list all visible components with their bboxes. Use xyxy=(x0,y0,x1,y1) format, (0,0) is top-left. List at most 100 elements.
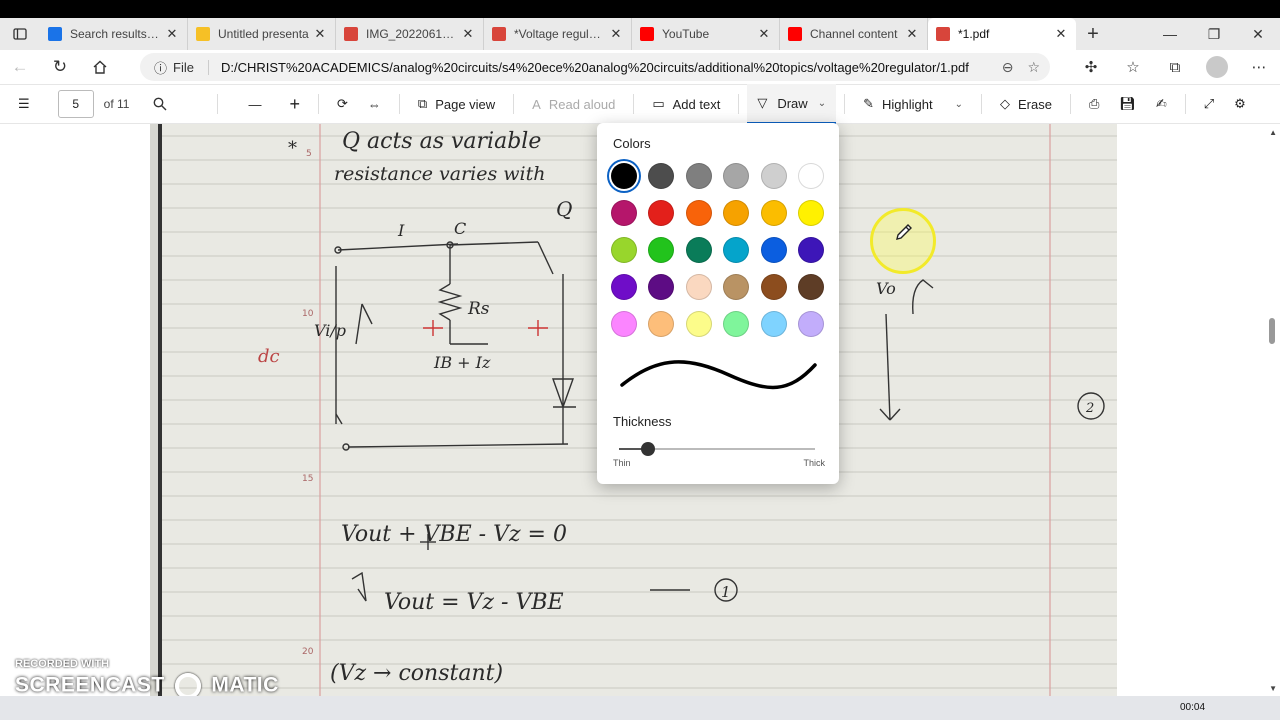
contents-icon[interactable]: ☰ xyxy=(0,84,40,124)
vertical-scrollbar[interactable] xyxy=(1264,124,1280,696)
color-swatch-15[interactable] xyxy=(723,237,750,263)
taskbar-time: 00:04 xyxy=(1180,702,1206,713)
favorite-add-icon[interactable]: ☆ xyxy=(1027,59,1040,76)
tab-close-icon[interactable]: ✕ xyxy=(905,26,919,42)
tab-2[interactable]: IMG_20220612_0 ✕ xyxy=(336,18,484,50)
color-swatch-9[interactable] xyxy=(723,200,750,226)
save-icon[interactable]: 💾︎ xyxy=(1109,84,1146,124)
tab-close-icon[interactable]: ✕ xyxy=(461,26,475,42)
scrollbar-thumb[interactable] xyxy=(1269,318,1275,344)
fit-page-icon[interactable]: ⇔ xyxy=(358,84,391,124)
color-swatch-10[interactable] xyxy=(760,200,787,226)
color-swatch-28[interactable] xyxy=(760,311,787,337)
tab-close-icon[interactable]: ✕ xyxy=(757,26,771,42)
color-swatch-5[interactable] xyxy=(798,163,824,189)
collections-icon[interactable]: ⧉ xyxy=(1154,50,1196,84)
c-label: C xyxy=(454,219,466,238)
color-swatch-3[interactable] xyxy=(723,163,750,189)
color-swatch-14[interactable] xyxy=(685,237,712,263)
scroll-up-icon[interactable]: ▲ xyxy=(1269,128,1277,137)
color-swatch-16[interactable] xyxy=(760,237,787,263)
info-icon[interactable]: ⓘ xyxy=(154,58,167,77)
home-icon[interactable] xyxy=(80,50,120,84)
read-aloud-button[interactable]: A Read aloud xyxy=(522,84,625,124)
draw-button[interactable]: ▽ Draw ⌄ xyxy=(747,84,837,124)
fullscreen-icon[interactable]: ⤢ xyxy=(1194,84,1224,124)
color-swatch-12[interactable] xyxy=(611,237,637,263)
rotate-icon[interactable]: ⟳ xyxy=(327,84,358,124)
add-text-button[interactable]: ▭ Add text xyxy=(642,84,730,124)
tab-close-icon[interactable]: ✕ xyxy=(313,26,327,42)
color-swatch-24[interactable] xyxy=(611,311,637,337)
back-icon[interactable]: ← xyxy=(0,50,40,84)
highlight-label: Highlight xyxy=(881,96,933,112)
ib-iz-label: IB + Iz xyxy=(433,353,491,372)
color-swatch-19[interactable] xyxy=(648,274,675,300)
thickness-slider-thumb[interactable] xyxy=(641,442,656,456)
color-swatch-8[interactable] xyxy=(685,200,712,226)
color-swatch-22[interactable] xyxy=(760,274,787,300)
zoom-in-icon[interactable]: + xyxy=(279,84,310,124)
page-number-input[interactable]: 5 xyxy=(57,90,94,118)
color-swatch-29[interactable] xyxy=(798,311,824,337)
dc-label: dc xyxy=(258,346,280,367)
url-text[interactable]: D:/CHRIST%20ACADEMICS/analog%20circuits/… xyxy=(221,60,1050,75)
tab-favicon-icon xyxy=(196,27,210,41)
save-as-icon[interactable]: ✍ xyxy=(1146,84,1177,124)
new-tab-button[interactable]: + xyxy=(1076,18,1110,50)
color-swatch-27[interactable] xyxy=(723,311,750,337)
thin-label: Thin xyxy=(613,458,631,468)
color-swatch-17[interactable] xyxy=(798,237,824,263)
url-field[interactable]: ⓘ File D:/CHRIST%20ACADEMICS/analog%20ci… xyxy=(140,53,1050,81)
more-menu-icon[interactable]: ⋯ xyxy=(1238,50,1280,84)
tab-5[interactable]: Channel content ✕ xyxy=(780,18,928,50)
zoom-icon[interactable]: ⊖ xyxy=(1002,59,1014,76)
tab-4[interactable]: YouTube ✕ xyxy=(632,18,780,50)
tab-title: *1.pdf xyxy=(958,27,990,41)
tab-0[interactable]: Search results - G ✕ xyxy=(40,18,188,50)
print-icon[interactable]: ⎙ xyxy=(1079,84,1109,124)
chevron-down-icon[interactable]: ⌄ xyxy=(955,99,963,110)
minimize-icon[interactable]: — xyxy=(1148,18,1192,50)
settings-gear-icon[interactable]: ⚙ xyxy=(1224,84,1256,124)
tab-title: *Voltage regulato xyxy=(514,27,605,41)
tab-1[interactable]: Untitled presenta ✕ xyxy=(188,18,336,50)
tab-6[interactable]: *1.pdf ✕ xyxy=(928,18,1076,50)
color-swatch-21[interactable] xyxy=(723,274,750,300)
page-view-button[interactable]: ⧉ Page view xyxy=(408,84,505,124)
tab-actions-icon[interactable] xyxy=(0,18,40,50)
color-swatch-4[interactable] xyxy=(760,163,787,189)
search-icon[interactable] xyxy=(143,84,177,124)
color-swatch-11[interactable] xyxy=(798,200,824,226)
refresh-icon[interactable]: ↻ xyxy=(40,50,80,84)
color-swatch-25[interactable] xyxy=(648,311,675,337)
tab-close-icon[interactable]: ✕ xyxy=(609,26,623,42)
restore-icon[interactable]: ❐ xyxy=(1192,18,1236,50)
chevron-down-icon[interactable]: ⌄ xyxy=(818,98,826,109)
color-swatch-7[interactable] xyxy=(648,200,675,226)
color-swatch-20[interactable] xyxy=(685,274,712,300)
scroll-down-icon[interactable]: ▼ xyxy=(1269,684,1277,693)
tab-close-icon[interactable]: ✕ xyxy=(165,26,179,42)
erase-label: Erase xyxy=(1017,96,1052,112)
color-swatch-23[interactable] xyxy=(798,274,824,300)
tab-close-icon[interactable]: ✕ xyxy=(1054,26,1068,42)
tab-favicon-icon xyxy=(48,27,62,41)
zoom-out-icon[interactable]: — xyxy=(238,84,271,124)
color-swatch-0[interactable] xyxy=(611,163,637,189)
favorites-icon[interactable]: ☆ xyxy=(1112,50,1154,84)
equation-2: Vout = Vz - VBE xyxy=(384,590,564,615)
tab-3[interactable]: *Voltage regulato ✕ xyxy=(484,18,632,50)
color-swatch-18[interactable] xyxy=(611,274,637,300)
highlight-icon: ✎ xyxy=(863,96,874,111)
color-swatch-13[interactable] xyxy=(648,237,675,263)
close-window-icon[interactable]: ✕ xyxy=(1236,18,1280,50)
color-swatch-6[interactable] xyxy=(611,200,637,226)
erase-button[interactable]: ◇ Erase xyxy=(990,84,1062,124)
color-swatch-1[interactable] xyxy=(648,163,675,189)
highlight-button[interactable]: ✎ Highlight ⌄ xyxy=(853,84,973,124)
color-swatch-2[interactable] xyxy=(685,163,712,189)
avatar[interactable] xyxy=(1206,56,1228,78)
extensions-icon[interactable]: ✣ xyxy=(1070,50,1112,84)
color-swatch-26[interactable] xyxy=(685,311,712,337)
